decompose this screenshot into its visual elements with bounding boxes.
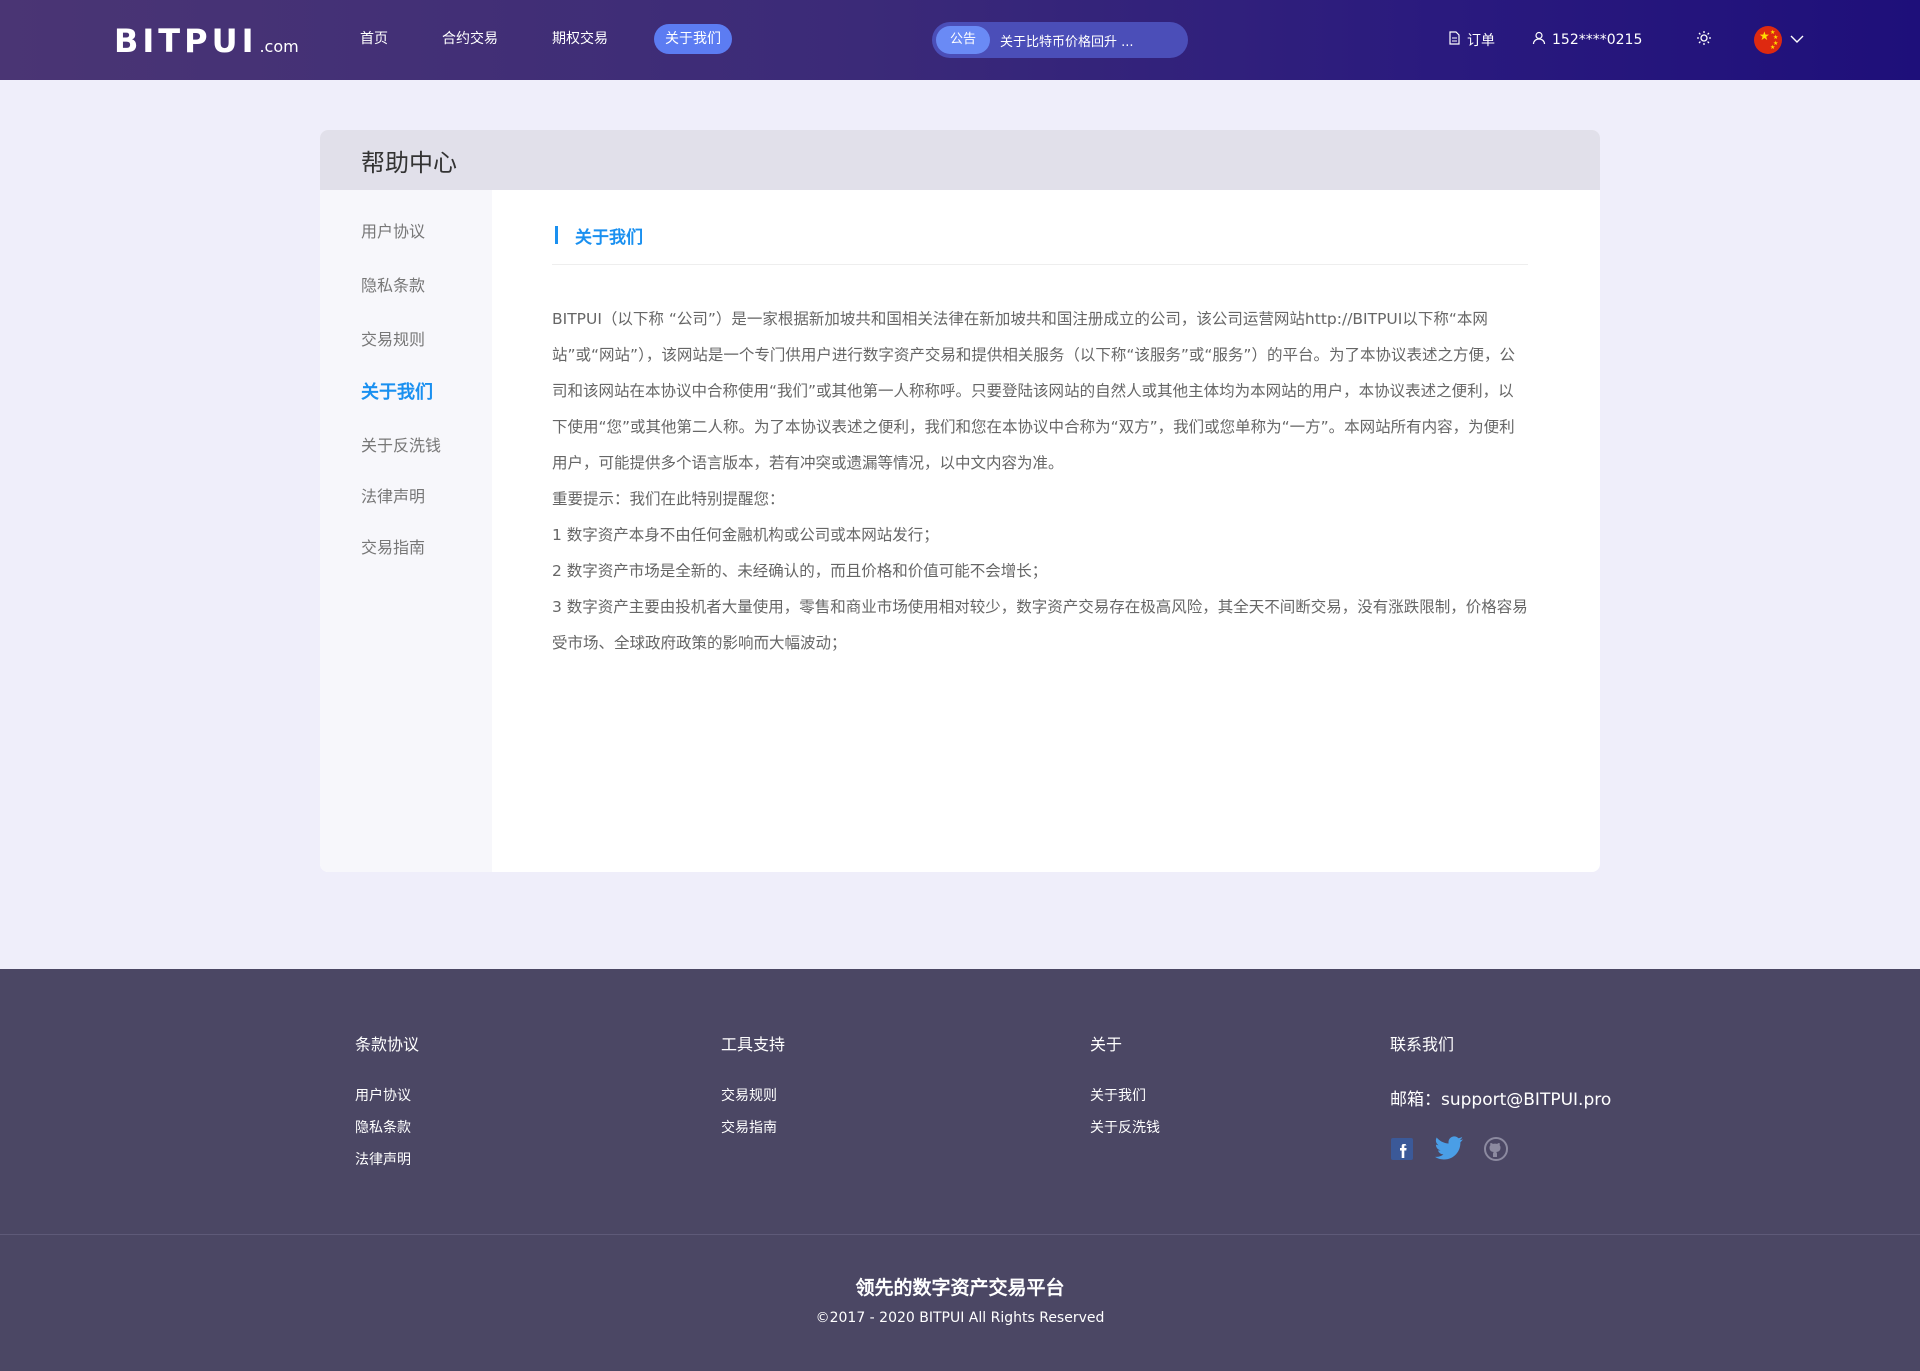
sidebar-item-trading-guide[interactable]: 交易指南: [361, 534, 425, 558]
footer-copyright: ©2017 - 2020 BITPUI All Rights Reserved: [815, 1310, 1105, 1326]
footer-col-title: 联系我们: [1390, 1035, 1455, 1054]
footer-link-user-agreement[interactable]: 用户协议: [355, 1085, 419, 1105]
site-footer: 条款协议 用户协议 隐私条款 法律声明 工具支持 交易规则 交易指南 关于 关于…: [0, 969, 1920, 1371]
heading-divider: [552, 264, 1528, 265]
footer-link-legal[interactable]: 法律声明: [355, 1149, 419, 1169]
orders-label: 订单: [1467, 33, 1495, 49]
sidebar-item-about-us[interactable]: 关于我们: [361, 378, 433, 404]
page-title: 帮助中心: [361, 148, 457, 177]
china-flag-icon: ★ ★ ★ ★ ★: [1754, 26, 1782, 54]
card-header: 帮助中心: [320, 130, 1600, 190]
contact-email[interactable]: 邮箱：support@BITPUI.pro: [1390, 1085, 1611, 1110]
sun-icon: [1696, 30, 1712, 50]
article-paragraph: BITPUI（以下称 “公司”）是一家根据新加坡共和国相关法律在新加坡共和国注册…: [552, 310, 1515, 472]
theme-toggle[interactable]: [1696, 0, 1712, 80]
footer-link-trading-guide[interactable]: 交易指南: [721, 1117, 785, 1137]
footer-col-title: 工具支持: [721, 1035, 786, 1054]
article-paragraph: 2 数字资产市场是全新的、未经确认的，而且价格和价值可能不会增长；: [552, 562, 1048, 580]
section-heading: 关于我们: [552, 220, 1528, 250]
top-header: BITPUI .com 首页 合约交易 期权交易 关于我们 公告 关于比特币价格…: [0, 0, 1920, 80]
nav-about-us[interactable]: 关于我们: [654, 24, 732, 54]
article-paragraph: 1 数字资产本身不由任何金融机构或公司或本网站发行；: [552, 526, 939, 544]
sidebar-item-legal-statement[interactable]: 法律声明: [361, 483, 425, 507]
footer-col-title: 关于: [1090, 1035, 1123, 1054]
main-nav: 首页 合约交易 期权交易 关于我们: [352, 24, 770, 54]
logo-main-text: BITPUI: [114, 22, 258, 60]
footer-link-about-us[interactable]: 关于我们: [1090, 1085, 1160, 1105]
user-account[interactable]: 152****0215: [1532, 0, 1642, 80]
orders-link[interactable]: 订单: [1448, 0, 1495, 80]
footer-col-title: 条款协议: [355, 1035, 420, 1054]
footer-divider: [0, 1234, 1920, 1235]
user-icon: [1532, 31, 1546, 49]
document-icon: [1448, 31, 1461, 49]
announcement-bar[interactable]: 公告 关于比特币价格回升 ...: [932, 22, 1188, 58]
section-title-text: 关于我们: [575, 227, 643, 248]
footer-col-contact: 联系我们 邮箱：support@BITPUI.pro: [1390, 1031, 1611, 1166]
sidebar-item-anti-money-laundering[interactable]: 关于反洗钱: [361, 432, 441, 456]
user-phone: 152****0215: [1552, 32, 1643, 48]
nav-home[interactable]: 首页: [352, 24, 396, 54]
github-icon[interactable]: [1484, 1137, 1508, 1165]
article-content: 关于我们 BITPUI（以下称 “公司”）是一家根据新加坡共和国相关法律在新加坡…: [552, 190, 1528, 661]
footer-link-trading-rules[interactable]: 交易规则: [721, 1085, 785, 1105]
article-body: BITPUI（以下称 “公司”）是一家根据新加坡共和国相关法律在新加坡共和国注册…: [552, 301, 1528, 661]
facebook-icon[interactable]: [1390, 1137, 1414, 1165]
footer-col-tools: 工具支持 交易规则 交易指南: [721, 1031, 785, 1137]
footer-col-terms: 条款协议 用户协议 隐私条款 法律声明: [355, 1031, 419, 1169]
announcement-badge: 公告: [936, 26, 991, 54]
nav-options-trading[interactable]: 期权交易: [544, 24, 616, 54]
footer-link-privacy[interactable]: 隐私条款: [355, 1117, 419, 1137]
article-paragraph: 重要提示：我们在此特别提醒您：: [552, 490, 785, 508]
help-center-card: 帮助中心 用户协议 隐私条款 交易规则 关于我们 关于反洗钱 法律声明 交易指南…: [320, 130, 1600, 872]
announcement-text[interactable]: 关于比特币价格回升 ...: [1000, 31, 1134, 50]
footer-slogan: 领先的数字资产交易平台: [855, 1277, 1065, 1299]
footer-col-about: 关于 关于我们 关于反洗钱: [1090, 1031, 1160, 1137]
nav-contract-trading[interactable]: 合约交易: [434, 24, 506, 54]
heading-accent-bar: [555, 226, 558, 244]
article-paragraph: 3 数字资产主要由投机者大量使用，零售和商业市场使用相对较少，数字资产交易存在极…: [552, 598, 1528, 652]
twitter-icon[interactable]: [1434, 1136, 1464, 1166]
social-links: [1390, 1136, 1611, 1166]
help-sidebar: 用户协议 隐私条款 交易规则 关于我们 关于反洗钱 法律声明 交易指南: [320, 190, 492, 872]
sidebar-item-user-agreement[interactable]: 用户协议: [361, 218, 425, 242]
sidebar-item-trading-rules[interactable]: 交易规则: [361, 326, 425, 350]
language-selector[interactable]: ★ ★ ★ ★ ★: [1754, 0, 1804, 80]
site-logo[interactable]: BITPUI .com: [114, 22, 299, 60]
chevron-down-icon: [1790, 32, 1804, 48]
logo-suffix-text: .com: [259, 37, 299, 56]
sidebar-item-privacy[interactable]: 隐私条款: [361, 272, 425, 296]
footer-link-anti-money-laundering[interactable]: 关于反洗钱: [1090, 1117, 1160, 1137]
